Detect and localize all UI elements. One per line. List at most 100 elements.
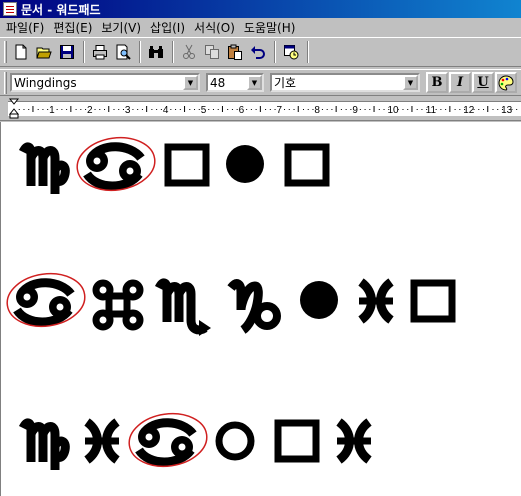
copy-button[interactable] [201,41,222,63]
menu-view[interactable]: 보기(V) [99,19,148,36]
ruler-label: 12 [463,105,475,116]
ruler-tick [104,109,106,110]
find-icon [148,46,163,58]
print-preview-button[interactable] [112,41,133,63]
menu-edit[interactable]: 편집(E) [51,19,99,36]
ruler-tick [56,109,58,110]
ruler-tick [483,109,485,110]
ruler-tick [421,109,423,110]
chevron-down-icon[interactable]: ▼ [247,75,262,90]
ruler-tick [99,109,101,110]
ruler-tick [156,109,158,110]
print-button[interactable] [89,41,110,63]
script-select[interactable]: 기호 ▼ [270,73,420,92]
standard-toolbar [0,37,521,67]
ruler-tick [402,109,404,110]
undo-icon [250,46,265,59]
font-size-select[interactable]: 48 ▼ [206,73,264,92]
menu-format[interactable]: 서식(O) [192,19,242,36]
ruler-tick [170,109,172,110]
cancer-glyph [128,412,208,468]
italic-button[interactable]: I [449,72,471,93]
ruler-tick [246,109,248,110]
ruler-tick [364,109,366,110]
chevron-down-icon[interactable]: ▼ [183,75,198,90]
ruler-tick [516,109,518,110]
find-button[interactable] [145,41,166,63]
new-button[interactable] [10,41,31,63]
menu-insert[interactable]: 삽입(I) [148,19,192,36]
ruler-label: 5 [201,105,207,116]
menu-file[interactable]: 파일(F) [4,19,51,36]
left-indent-marker[interactable] [8,108,20,115]
underline-button[interactable]: U [472,72,494,93]
ruler[interactable]: 1 2 3 4 5 6 7 8 9 10 11 12 13 [0,97,521,121]
ruler-tick [61,109,63,110]
menu-help[interactable]: 도움말(H) [242,19,303,36]
ruler-tick [23,109,25,110]
ruler-label: 9 [352,105,358,116]
color-palette-icon [498,74,514,91]
square-glyph [164,143,210,187]
ruler-tick [416,109,418,110]
ruler-tick [37,109,39,110]
toolbar-separator [139,41,141,63]
capricorn-glyph [227,279,281,334]
ruler-tick [94,109,96,110]
ruler-tick [189,109,191,110]
print-icon [92,45,107,60]
color-button[interactable] [495,72,517,93]
ruler-tick [122,109,124,110]
text-line [18,412,372,470]
ruler-tick [435,109,437,110]
ruler-label: 3 [125,105,131,116]
ruler-tick [80,109,82,110]
open-button[interactable] [33,41,54,63]
chevron-down-icon[interactable]: ▼ [403,75,418,90]
title-bar: 문서 - 워드패드 [0,0,521,18]
toolbar-grip[interactable] [4,71,7,94]
toolbar-grip[interactable] [4,41,7,63]
ruler-tick [75,109,77,110]
ruler-tick [198,109,200,110]
ruler-tick [269,109,271,110]
text-line [6,272,456,336]
ruler-tick [151,109,153,110]
ruler-tick [326,109,328,110]
open-icon [35,47,52,59]
bold-button[interactable]: B [426,72,448,93]
new-icon [15,44,26,60]
document-content [6,136,456,470]
font-size-value: 48 [210,75,226,90]
ruler-tick [194,109,196,110]
save-button[interactable] [56,41,77,63]
ruler-tick [250,109,252,110]
ruler-tick [340,109,342,110]
document-area[interactable] [0,122,521,496]
ruler-label: 7 [277,105,283,116]
date-time-button[interactable] [280,41,301,63]
cut-button[interactable] [178,41,199,63]
first-line-indent-marker[interactable] [8,98,20,105]
ruler-tick [331,109,333,110]
undo-button[interactable] [247,41,268,63]
circle-glyph [226,145,264,183]
virgo-glyph [18,142,70,194]
ruler-tick [511,109,513,110]
left-margin-marker[interactable] [9,113,19,119]
ring-glyph [215,421,255,461]
ruler-tick [85,109,87,110]
font-name-select[interactable]: Wingdings ▼ [10,73,200,92]
ruler-tick [274,109,276,110]
ruler-tick [445,109,447,110]
toolbar-separator [83,41,85,63]
pisces-glyph [84,418,120,464]
toolbar-separator [274,41,276,63]
ruler-tick [492,109,494,110]
paste-button[interactable] [224,41,245,63]
ruler-tick [212,109,214,110]
ruler-tick [407,109,409,110]
ruler-tick [208,109,210,110]
ruler-label: 10 [387,105,399,116]
wordpad-icon[interactable] [3,2,17,16]
